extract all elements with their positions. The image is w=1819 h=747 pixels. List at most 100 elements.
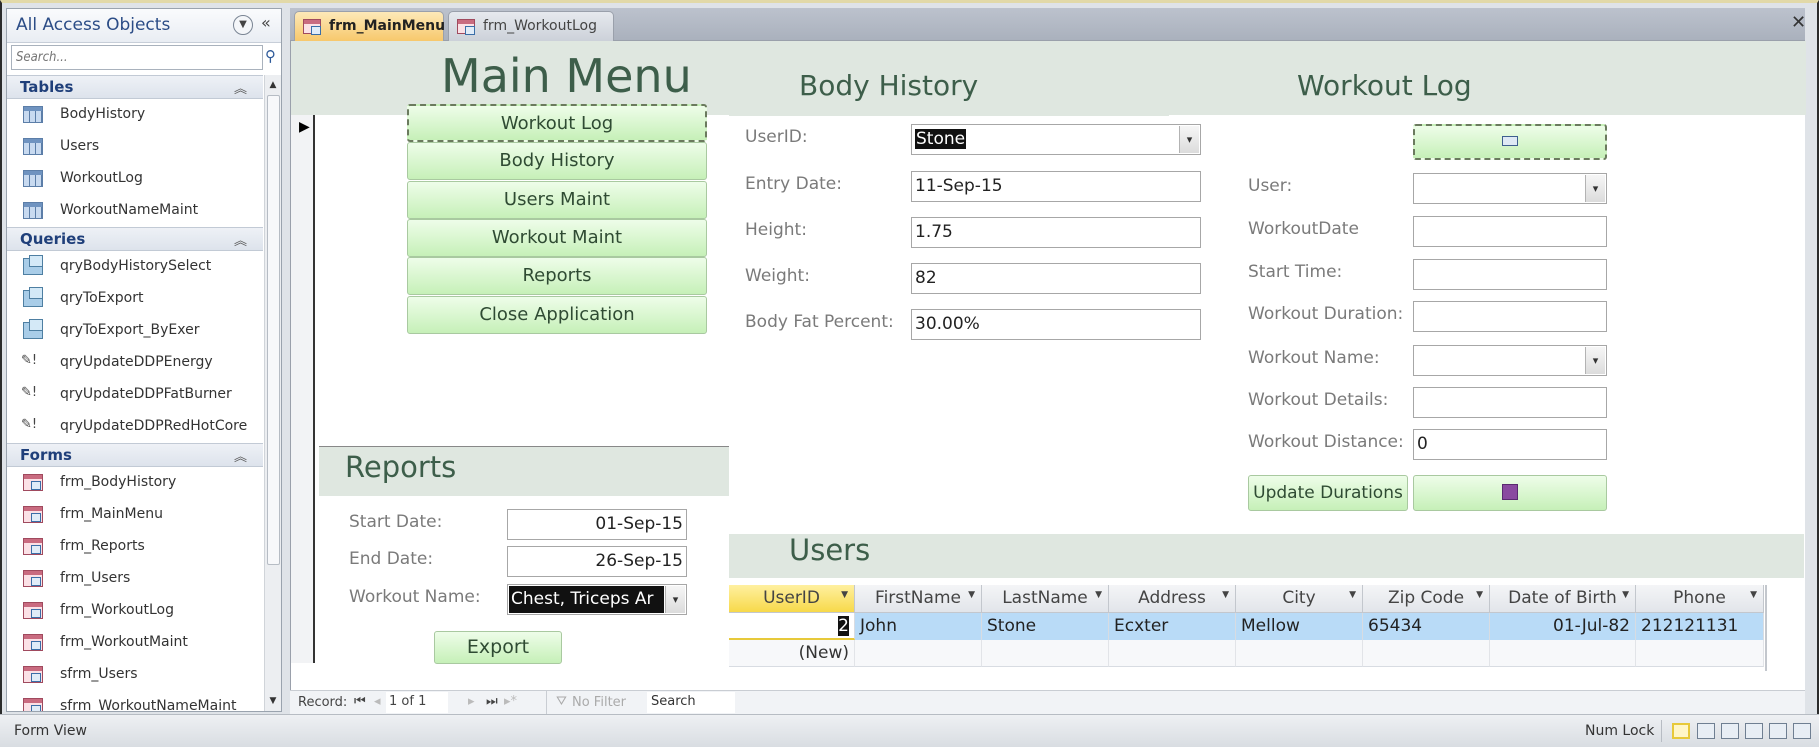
search-icon[interactable]: ⚲ — [265, 47, 283, 67]
column-header[interactable]: Address ▼ — [1109, 585, 1236, 613]
workout-log-field-input[interactable] — [1413, 216, 1607, 247]
new-row-cell[interactable] — [1636, 640, 1764, 667]
nav-group-forms[interactable]: Forms ︽ — [7, 443, 263, 467]
table-cell[interactable]: Mellow — [1236, 613, 1363, 640]
column-header[interactable]: UserID ▼ — [729, 585, 855, 613]
record-selector[interactable] — [291, 115, 315, 663]
form-view-icon[interactable] — [1672, 723, 1690, 739]
close-application-button[interactable]: Close Application — [407, 296, 707, 334]
chevron-down-icon[interactable]: ▾ — [1585, 175, 1605, 202]
sort-dropdown-icon[interactable]: ▼ — [841, 590, 848, 600]
new-row-marker[interactable]: (New) — [729, 640, 855, 667]
table-cell[interactable]: John — [855, 613, 982, 640]
tab-frm-workoutlog[interactable]: frm_WorkoutLog — [448, 11, 614, 41]
first-record-icon[interactable]: ⏮ — [354, 694, 366, 709]
nav-item[interactable]: sfrm_WorkoutNameMaint — [7, 691, 263, 711]
nav-item[interactable]: frm_MainMenu — [7, 499, 263, 531]
nav-scrollbar[interactable]: ▲ ▼ — [264, 75, 281, 711]
nav-item[interactable]: Users — [7, 131, 263, 163]
scrollbar-thumb[interactable] — [267, 95, 280, 565]
reports-button[interactable]: Reports — [407, 257, 707, 295]
nav-menu-dropdown-icon[interactable]: ▼ — [233, 15, 253, 35]
collapse-group-icon[interactable]: ︽ — [234, 230, 247, 249]
nav-item[interactable]: sfrm_Users — [7, 659, 263, 691]
sort-dropdown-icon[interactable]: ▼ — [1222, 590, 1229, 600]
end-date-input[interactable]: 26-Sep-15 — [507, 546, 687, 577]
nav-item[interactable]: ✎! qryUpdateDDPFatBurner — [7, 379, 263, 411]
start-date-input[interactable]: 01-Sep-15 — [507, 509, 687, 540]
prev-record-icon[interactable]: ◂ — [374, 694, 381, 709]
nav-item[interactable]: ✎! qryUpdateDDPRedHotCore — [7, 411, 263, 443]
new-row-cell[interactable] — [1109, 640, 1236, 667]
shutter-bar-close-icon[interactable]: « — [261, 13, 271, 32]
nav-item[interactable]: WorkoutNameMaint — [7, 195, 263, 227]
table-cell[interactable]: 2 — [729, 613, 855, 640]
table-cell[interactable]: 212121131 — [1636, 613, 1764, 640]
sort-dropdown-icon[interactable]: ▼ — [1095, 590, 1102, 600]
table-cell[interactable]: 01-Jul-82 — [1490, 613, 1636, 640]
column-header[interactable]: FirstName ▼ — [855, 585, 982, 613]
pivottable-view-icon[interactable] — [1721, 723, 1739, 739]
new-record-nav-icon[interactable]: ▸* — [504, 694, 517, 709]
workout-log-field-input[interactable]: ▾ — [1413, 345, 1607, 376]
tab-frm-mainmenu[interactable]: frm_MainMenu — [294, 11, 445, 41]
nav-item[interactable]: frm_Reports — [7, 531, 263, 563]
record-search-input[interactable]: Search — [647, 692, 735, 713]
nav-search-input[interactable] — [11, 45, 263, 70]
collapse-group-icon[interactable]: ︽ — [234, 446, 247, 465]
nav-item[interactable]: qryToExport_ByExer — [7, 315, 263, 347]
table-cell[interactable]: Ecxter — [1109, 613, 1236, 640]
no-filter-button[interactable]: No Filter — [572, 695, 626, 710]
column-header[interactable]: City ▼ — [1236, 585, 1363, 613]
new-record-button[interactable] — [1413, 124, 1607, 160]
filter-icon[interactable]: ⛛ — [556, 694, 567, 709]
body-history-field-input[interactable]: 1.75 — [911, 217, 1201, 248]
nav-group-queries[interactable]: Queries ︽ — [7, 227, 263, 251]
body-history-field-input[interactable]: 30.00% — [911, 309, 1201, 340]
nav-item[interactable]: frm_WorkoutMaint — [7, 627, 263, 659]
body-history-button[interactable]: Body History — [407, 142, 707, 180]
close-icon[interactable]: ✕ — [1791, 12, 1806, 33]
chevron-down-icon[interactable]: ▾ — [665, 586, 685, 613]
column-header[interactable]: Date of Birth ▼ — [1490, 585, 1636, 613]
workout-log-field-input[interactable] — [1413, 259, 1607, 290]
body-history-field-input[interactable]: Stone ▾ — [911, 124, 1201, 155]
nav-item[interactable]: frm_Users — [7, 563, 263, 595]
chevron-down-icon[interactable]: ▾ — [1585, 347, 1605, 374]
scroll-down-icon[interactable]: ▼ — [265, 693, 281, 709]
new-row-cell[interactable] — [982, 640, 1109, 667]
column-header[interactable]: LastName ▼ — [982, 585, 1109, 613]
column-header[interactable]: Phone ▼ — [1636, 585, 1764, 613]
export-button[interactable]: Export — [434, 631, 562, 664]
sort-dropdown-icon[interactable]: ▼ — [1476, 590, 1483, 600]
datasheet-view-icon[interactable] — [1697, 723, 1715, 739]
workout-name-combo[interactable]: Chest, Triceps Ar ▾ — [507, 584, 687, 615]
sort-dropdown-icon[interactable]: ▼ — [1750, 590, 1757, 600]
sort-dropdown-icon[interactable]: ▼ — [1622, 590, 1629, 600]
new-row-cell[interactable] — [1236, 640, 1363, 667]
workout-log-field-input[interactable]: ▾ — [1413, 173, 1607, 204]
scroll-up-icon[interactable]: ▲ — [265, 77, 281, 93]
nav-group-tables[interactable]: Tables ︽ — [7, 75, 263, 99]
table-cell[interactable]: Stone — [982, 613, 1109, 640]
pivotchart-view-icon[interactable] — [1745, 723, 1763, 739]
chevron-down-icon[interactable]: ▾ — [1179, 126, 1199, 153]
nav-item[interactable]: qryToExport — [7, 283, 263, 315]
design-view-icon[interactable] — [1793, 723, 1811, 739]
new-row-cell[interactable] — [1490, 640, 1636, 667]
sort-dropdown-icon[interactable]: ▼ — [968, 590, 975, 600]
sort-dropdown-icon[interactable]: ▼ — [1349, 590, 1356, 600]
nav-item[interactable]: frm_WorkoutLog — [7, 595, 263, 627]
workout-maint-button[interactable]: Workout Maint — [407, 219, 707, 257]
save-record-button[interactable] — [1413, 475, 1607, 511]
workout-log-field-input[interactable] — [1413, 301, 1607, 332]
new-row-cell[interactable] — [855, 640, 982, 667]
nav-item[interactable]: frm_BodyHistory — [7, 467, 263, 499]
workout-log-field-input[interactable]: 0 — [1413, 429, 1607, 460]
next-record-icon[interactable]: ▸ — [468, 694, 475, 709]
workout-log-button[interactable]: Workout Log — [407, 104, 707, 142]
update-durations-button[interactable]: Update Durations — [1248, 475, 1408, 511]
last-record-icon[interactable]: ⏭ — [486, 694, 498, 709]
workout-log-field-input[interactable] — [1413, 387, 1607, 418]
nav-item[interactable]: BodyHistory — [7, 99, 263, 131]
